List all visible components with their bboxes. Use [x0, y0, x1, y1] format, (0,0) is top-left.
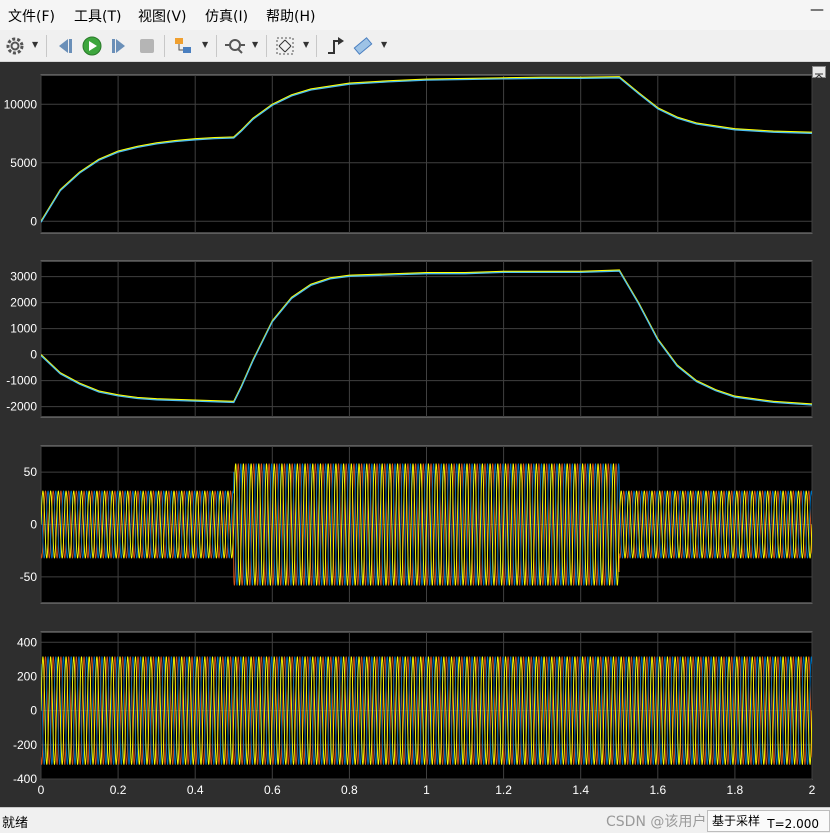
y-tick-label: 400 — [17, 635, 37, 649]
y-tick-label: -400 — [13, 772, 37, 786]
simulation-time: T=2.000 — [767, 817, 819, 831]
highlight-dropdown-icon[interactable]: ▼ — [202, 40, 208, 49]
x-tick-label: 0 — [38, 783, 45, 797]
step-forward-icon[interactable] — [108, 35, 130, 57]
x-tick-label: 1.8 — [727, 783, 744, 797]
y-tick-label: -50 — [20, 570, 38, 584]
settings-dropdown-icon[interactable]: ▼ — [32, 40, 38, 49]
stop-icon[interactable] — [136, 35, 158, 57]
y-tick-label: 5000 — [10, 156, 37, 170]
x-tick-label: 1.4 — [572, 783, 589, 797]
menu-simulation[interactable]: 仿真(I) — [205, 6, 248, 26]
zoom-icon[interactable] — [224, 35, 246, 57]
x-tick-label: 2 — [809, 783, 816, 797]
x-tick-label: 0.4 — [187, 783, 204, 797]
y-tick-label: 0 — [30, 214, 37, 228]
menu-view[interactable]: 视图(V) — [138, 6, 187, 26]
sample-mode-panel: 基于采样 T=2.000 — [707, 810, 830, 832]
sample-mode: 基于采样 — [712, 814, 761, 828]
triggers-icon[interactable] — [324, 35, 346, 57]
x-tick-label: 1.6 — [649, 783, 666, 797]
fit-dropdown-icon[interactable]: ▼ — [303, 40, 309, 49]
status-text: 就绪 — [2, 816, 29, 831]
fit-to-view-icon[interactable] — [274, 35, 296, 57]
y-tick-label: 0 — [30, 704, 37, 718]
y-tick-label: 2000 — [10, 296, 37, 310]
step-back-icon[interactable] — [54, 35, 76, 57]
highlight-block-icon[interactable] — [172, 35, 194, 57]
menu-file[interactable]: 文件(F) — [8, 6, 55, 26]
y-tick-label: -200 — [13, 738, 37, 752]
zoom-dropdown-icon[interactable]: ▼ — [252, 40, 258, 49]
measurements-dropdown-icon[interactable]: ▼ — [381, 40, 387, 49]
y-tick-label: 1000 — [10, 322, 37, 336]
y-tick-label: -1000 — [6, 374, 37, 388]
y-tick-label: 3000 — [10, 270, 37, 284]
y-tick-label: 0 — [30, 518, 37, 532]
menu-help[interactable]: 帮助(H) — [266, 6, 315, 26]
x-tick-label: 1 — [423, 783, 430, 797]
y-tick-label: 50 — [24, 465, 38, 479]
menu-bar: 文件(F) 工具(T) 视图(V) 仿真(I) 帮助(H) — — [0, 0, 830, 30]
x-tick-label: 0.2 — [110, 783, 127, 797]
scope-plots: 0500010000-2000-10000100020003000-50050-… — [4, 74, 816, 797]
y-tick-label: -2000 — [6, 400, 37, 414]
y-tick-label: 0 — [30, 348, 37, 362]
settings-gear-icon[interactable] — [4, 35, 26, 57]
minimize-button[interactable]: — — [810, 2, 824, 18]
undock-icon[interactable] — [812, 66, 826, 80]
toolbar: ▼ ▼ ▼ ▼ ▼ — [0, 30, 830, 62]
y-tick-label: 10000 — [4, 97, 38, 111]
run-icon[interactable] — [81, 35, 103, 57]
y-tick-label: 200 — [17, 669, 37, 683]
menu-tools[interactable]: 工具(T) — [74, 6, 121, 26]
x-tick-label: 0.6 — [264, 783, 281, 797]
cursor-measurements-icon[interactable] — [352, 35, 374, 57]
scope-display: 0 5000 10000 -2000 -1000 0 1000 2000 3000 -50 0 50-… — [0, 62, 830, 807]
x-tick-label: 1.2 — [495, 783, 512, 797]
status-bar: 就绪 CSDN @该用户已躺平@— 基于采样 T=2.000 — [0, 807, 830, 833]
x-tick-label: 0.8 — [341, 783, 358, 797]
